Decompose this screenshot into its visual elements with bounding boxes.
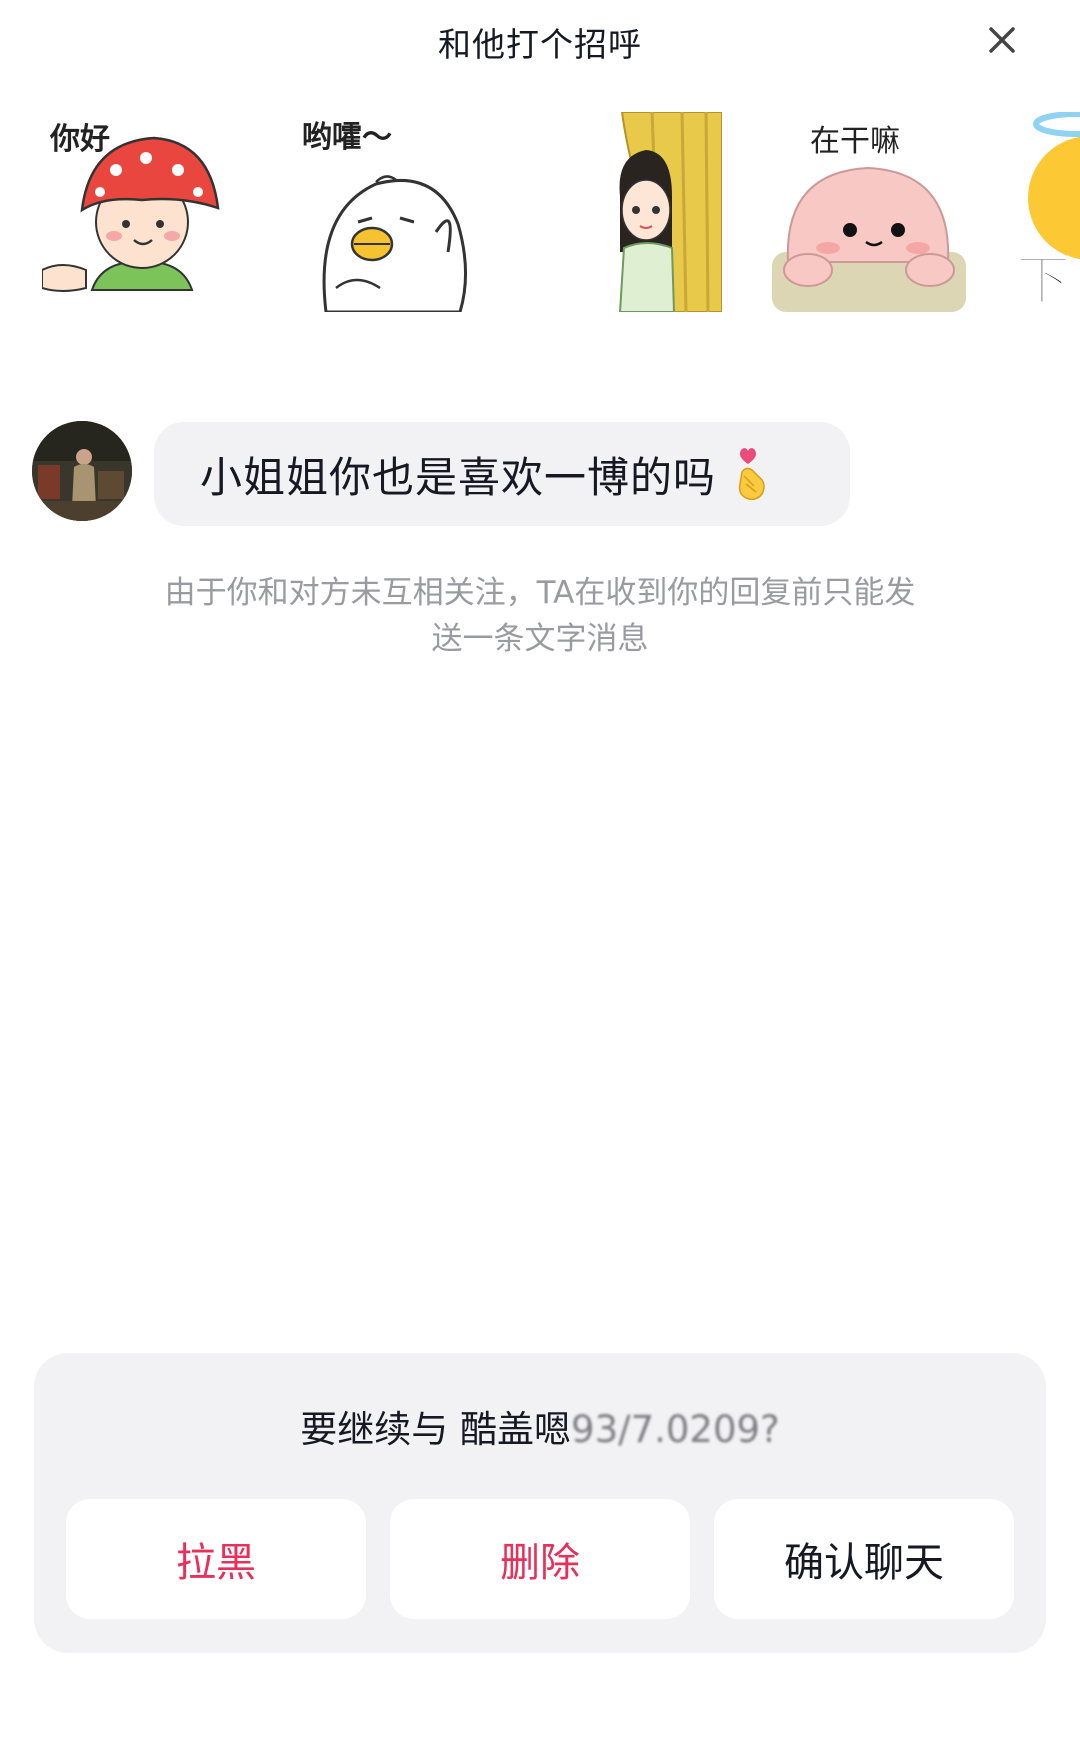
sticker-caption: 下 <box>1015 248 1071 313</box>
angel-emoji-sticker[interactable]: 下 <box>1015 111 1080 313</box>
message-text: 小姐姐你也是喜欢一博的吗 <box>200 452 717 502</box>
obscured-username: 93/7.0209? <box>571 1408 780 1451</box>
delete-button[interactable]: 删除 <box>390 1499 690 1619</box>
finger-heart-emoji <box>732 446 772 502</box>
peeking-girl-sticker[interactable] <box>522 111 723 313</box>
notice-line: 送一条文字消息 <box>431 621 649 657</box>
white-duck-sticker[interactable]: 哟嚯～ <box>296 112 496 314</box>
notice-text: 由于你和对方未互相关注，TA在收到你的回复前只能发 送一条文字消息 <box>130 570 950 662</box>
strawberry-girl-sticker[interactable]: 你好 <box>41 112 242 312</box>
avatar[interactable] <box>32 421 132 521</box>
close-icon[interactable] <box>982 20 1022 60</box>
message-bubble[interactable]: 小姐姐你也是喜欢一博的吗 <box>154 422 850 526</box>
pink-blob-sticker[interactable]: 在干嘛 <box>768 112 968 312</box>
sticker-caption: 哟嚯～ <box>302 120 392 155</box>
sticker-caption: 在干嘛 <box>810 124 900 159</box>
block-button[interactable]: 拉黑 <box>66 1499 366 1619</box>
dialog-title: 和他打个招呼 <box>438 25 642 64</box>
panel-prompt-text: 要继续与 酷盖嗯 <box>300 1408 572 1451</box>
panel-prompt: 要继续与 酷盖嗯93/7.0209? <box>34 1399 1046 1453</box>
notice-line: 由于你和对方未互相关注，TA在收到你的回复前只能发 <box>164 575 916 611</box>
dialog-header: 和他打个招呼 <box>0 0 1080 84</box>
confirm-panel: 要继续与 酷盖嗯93/7.0209? 拉黑 删除 确认聊天 <box>34 1353 1046 1653</box>
confirm-chat-button[interactable]: 确认聊天 <box>714 1499 1014 1619</box>
sticker-row: 你好 哟嚯～ 在干嘛 下 <box>0 100 1080 320</box>
sticker-caption: 你好 <box>50 122 110 157</box>
